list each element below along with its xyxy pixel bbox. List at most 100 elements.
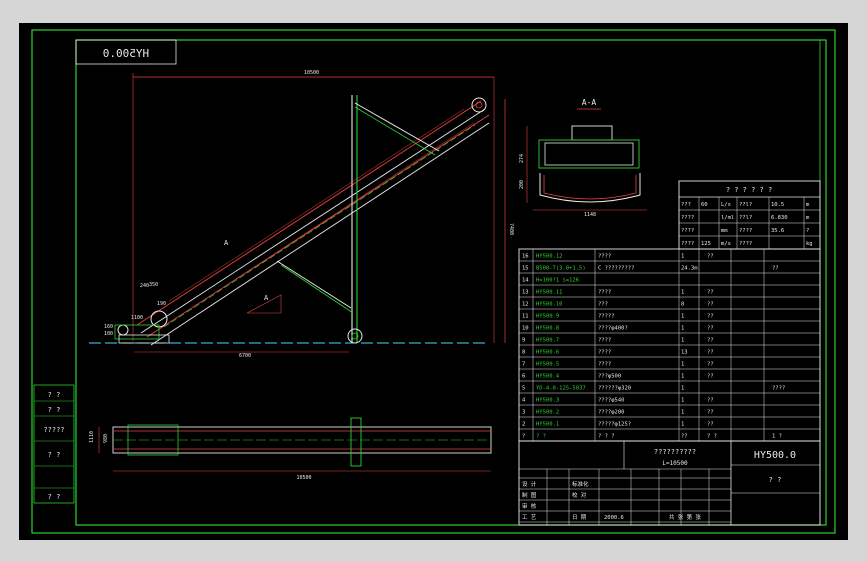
parts-cell-no: 12: [522, 302, 529, 308]
svg-text:标准化: 标准化: [572, 480, 589, 488]
parts-cell-qty: 1: [681, 386, 684, 392]
parts-cell-qty: ??: [681, 434, 688, 440]
spec-cell: 6.830: [771, 215, 788, 221]
parts-cell-code: B500-7(3.0+1.5): [536, 266, 586, 272]
parts-cell-name: ????: [598, 350, 611, 356]
mirrored-code-text: HY500.0: [103, 47, 149, 60]
parts-cell-no: 14: [522, 278, 529, 284]
spec-cell: ????: [739, 228, 752, 234]
svg-text:240: 240: [140, 283, 149, 289]
spec-cell: 125: [701, 241, 711, 247]
svg-text:350: 350: [149, 282, 158, 288]
parts-cell-name: ?????: [598, 314, 615, 320]
spec-title: ? ? ? ? ? ?: [726, 186, 772, 194]
svg-text:共 张 第 张: 共 张 第 张: [669, 513, 701, 521]
parts-cell-name: ????φ540: [598, 398, 625, 404]
spec-cell: m/s: [721, 241, 731, 247]
svg-text:审 核: 审 核: [522, 502, 537, 510]
parts-cell-code: HY500.9: [536, 314, 559, 320]
parts-cell-code: HY500.3: [536, 398, 559, 404]
svg-text:6700: 6700: [239, 353, 251, 359]
svg-text:190: 190: [157, 301, 166, 307]
spec-cell: L/s: [721, 202, 731, 208]
parts-cell-code: HY500.10: [536, 302, 563, 308]
spec-cell: ????: [681, 241, 694, 247]
product-length: L=10500: [662, 460, 688, 467]
parts-cell-mat: ??: [707, 302, 714, 308]
parts-cell-name: ????φ200: [598, 410, 625, 416]
spec-cell: ??l?: [739, 215, 752, 221]
parts-cell-qty: 1: [681, 422, 684, 428]
svg-text:校 对: 校 对: [572, 491, 587, 499]
drawing-number: HY500.0: [754, 450, 796, 461]
parts-cell-no: 2: [522, 422, 525, 428]
spec-cell: ?: [806, 228, 809, 234]
spec-cell: ????: [739, 241, 752, 247]
svg-text:7400: 7400: [508, 223, 514, 235]
parts-cell-code: HY500.1: [536, 422, 559, 428]
svg-text:160: 160: [104, 324, 113, 330]
parts-cell-name: ???: [598, 302, 608, 308]
title-year: 2000.6: [604, 515, 624, 521]
svg-text:200: 200: [519, 180, 525, 189]
parts-cell-mat: ? ?: [707, 434, 717, 440]
parts-cell-qty: 24.3m: [681, 266, 698, 272]
parts-cell-qty: 1: [681, 338, 684, 344]
parts-cell-no: 8: [522, 350, 525, 356]
svg-text:? ?: ? ?: [48, 391, 61, 399]
parts-cell-mat: ??: [707, 314, 714, 320]
parts-cell-name: ????φ400?: [598, 326, 628, 332]
parts-cell-mat: ??: [707, 362, 714, 368]
parts-cell-no: 7: [522, 362, 525, 368]
parts-cell-mat: ??: [707, 326, 714, 332]
svg-text:274: 274: [519, 154, 525, 163]
parts-cell-code: ? ?: [536, 434, 546, 440]
parts-cell-qty: 1: [681, 314, 684, 320]
parts-cell-code: HY500.2: [536, 410, 559, 416]
parts-cell-mat: ??: [707, 398, 714, 404]
parts-cell-no: 5: [522, 386, 525, 392]
svg-text:A-A: A-A: [582, 98, 597, 107]
svg-text:1110: 1110: [89, 431, 95, 443]
parts-cell-mat: ??: [707, 374, 714, 380]
parts-cell-qty: 1: [681, 254, 684, 260]
parts-cell-no: 3: [522, 410, 525, 416]
svg-text:1100: 1100: [131, 315, 143, 321]
parts-cell-name: ????: [598, 254, 611, 260]
parts-cell-code: HY500.11: [536, 290, 563, 296]
spec-cell: ???: [681, 202, 691, 208]
svg-text:? ?: ? ?: [48, 406, 61, 414]
parts-cell-code: HY500.4: [536, 374, 560, 380]
parts-cell-name: ????: [598, 362, 611, 368]
spec-cell: ????: [681, 215, 694, 221]
svg-text:设 计: 设 计: [522, 480, 537, 488]
parts-cell-no: 11: [522, 314, 529, 320]
parts-cell-code: H=100?1 s=126: [536, 278, 579, 284]
spec-cell: kg: [806, 241, 813, 247]
spec-cell: 10.5: [771, 202, 784, 208]
parts-cell-name: ?????φ125?: [598, 422, 631, 428]
parts-cell-mat: ??: [707, 422, 714, 428]
parts-cell-code: HY500.6: [536, 350, 559, 356]
parts-cell-code: HY500.12: [536, 254, 563, 260]
parts-cell-no: 6: [522, 374, 525, 380]
product-name: ??????????: [654, 448, 696, 456]
svg-text:10500: 10500: [296, 475, 311, 481]
svg-text:?????: ?????: [43, 426, 64, 434]
parts-cell-code: HY500.5: [536, 362, 559, 368]
parts-cell-code: HY500.8: [536, 326, 559, 332]
parts-cell-no: ?: [522, 434, 525, 440]
parts-cell-qty: 13: [681, 350, 688, 356]
parts-cell-mat: ??: [707, 410, 714, 416]
parts-cell-qty: 1: [681, 362, 684, 368]
parts-cell-qty: 1: [681, 410, 684, 416]
parts-cell-qty: 1: [681, 290, 684, 296]
cad-drawing-canvas[interactable]: HY500.0 ? ? ? ? ????? ? ? ? ? 10500 7400…: [19, 23, 848, 540]
parts-cell-mat: ??: [707, 350, 714, 356]
spec-cell: ????: [681, 228, 694, 234]
spec-cell: l/ml: [721, 215, 734, 221]
spec-cell: ??l?: [739, 202, 752, 208]
parts-cell-no: 16: [522, 254, 529, 260]
cad-viewport[interactable]: HY500.0 ? ? ? ? ????? ? ? ? ? 10500 7400…: [19, 23, 848, 540]
svg-text:100: 100: [104, 331, 113, 337]
